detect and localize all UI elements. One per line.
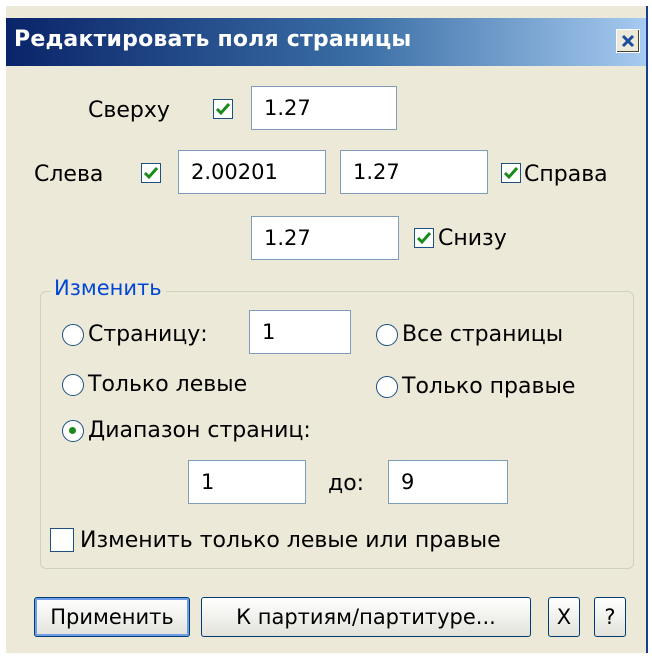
checkmark-icon — [503, 167, 519, 180]
right-margin-input[interactable]: 1.27 — [340, 150, 488, 194]
radio-all-pages[interactable] — [376, 324, 398, 346]
checkmark-icon — [416, 232, 432, 245]
radio-page-range[interactable] — [62, 420, 84, 442]
checkmark-icon — [215, 103, 231, 116]
right-margin-label: Справа — [524, 162, 608, 187]
range-from-input[interactable]: 1 — [188, 460, 306, 504]
left-margin-input[interactable]: 2.00201 — [178, 150, 326, 194]
close-button[interactable] — [616, 29, 640, 53]
radio-selected-dot — [69, 427, 76, 434]
left-or-right-only-label[interactable]: Изменить только левые или правые — [80, 528, 501, 553]
radio-only-left-label[interactable]: Только левые — [88, 372, 247, 397]
range-to-input[interactable]: 9 — [388, 460, 508, 504]
help-button[interactable]: ? — [594, 597, 626, 637]
cancel-button[interactable]: X — [548, 597, 580, 637]
title-bar[interactable]: Редактировать поля страницы — [6, 18, 646, 66]
left-margin-label: Слева — [34, 162, 104, 187]
left-margin-checkbox[interactable] — [141, 163, 161, 183]
bottom-margin-checkbox[interactable] — [414, 228, 434, 248]
page-number-input[interactable]: 1 — [249, 310, 351, 354]
radio-page[interactable] — [62, 324, 84, 346]
apply-button[interactable]: Применить — [34, 597, 190, 637]
left-or-right-only-checkbox[interactable] — [50, 528, 74, 552]
range-to-label: до: — [328, 471, 365, 496]
bottom-margin-input[interactable]: 1.27 — [251, 216, 399, 260]
dialog-window: Редактировать поля страницы Сверху 1.27 … — [6, 6, 648, 653]
dialog-title: Редактировать поля страницы — [14, 27, 412, 52]
radio-only-right-label[interactable]: Только правые — [402, 374, 575, 399]
bottom-margin-label: Снизу — [438, 226, 507, 251]
radio-page-label[interactable]: Страницу: — [88, 322, 208, 347]
radio-only-right[interactable] — [376, 376, 398, 398]
right-margin-checkbox[interactable] — [501, 163, 521, 183]
radio-all-pages-label[interactable]: Все страницы — [402, 322, 563, 347]
close-icon — [621, 34, 635, 48]
top-margin-checkbox[interactable] — [213, 99, 233, 119]
change-group-title: Изменить — [50, 276, 166, 300]
checkmark-icon — [143, 167, 159, 180]
top-margin-input[interactable]: 1.27 — [251, 86, 397, 130]
radio-only-left[interactable] — [62, 374, 84, 396]
top-margin-label: Сверху — [88, 98, 170, 123]
parts-score-button[interactable]: К партиям/партитуре... — [201, 597, 531, 637]
radio-page-range-label[interactable]: Диапазон страниц: — [88, 418, 311, 443]
